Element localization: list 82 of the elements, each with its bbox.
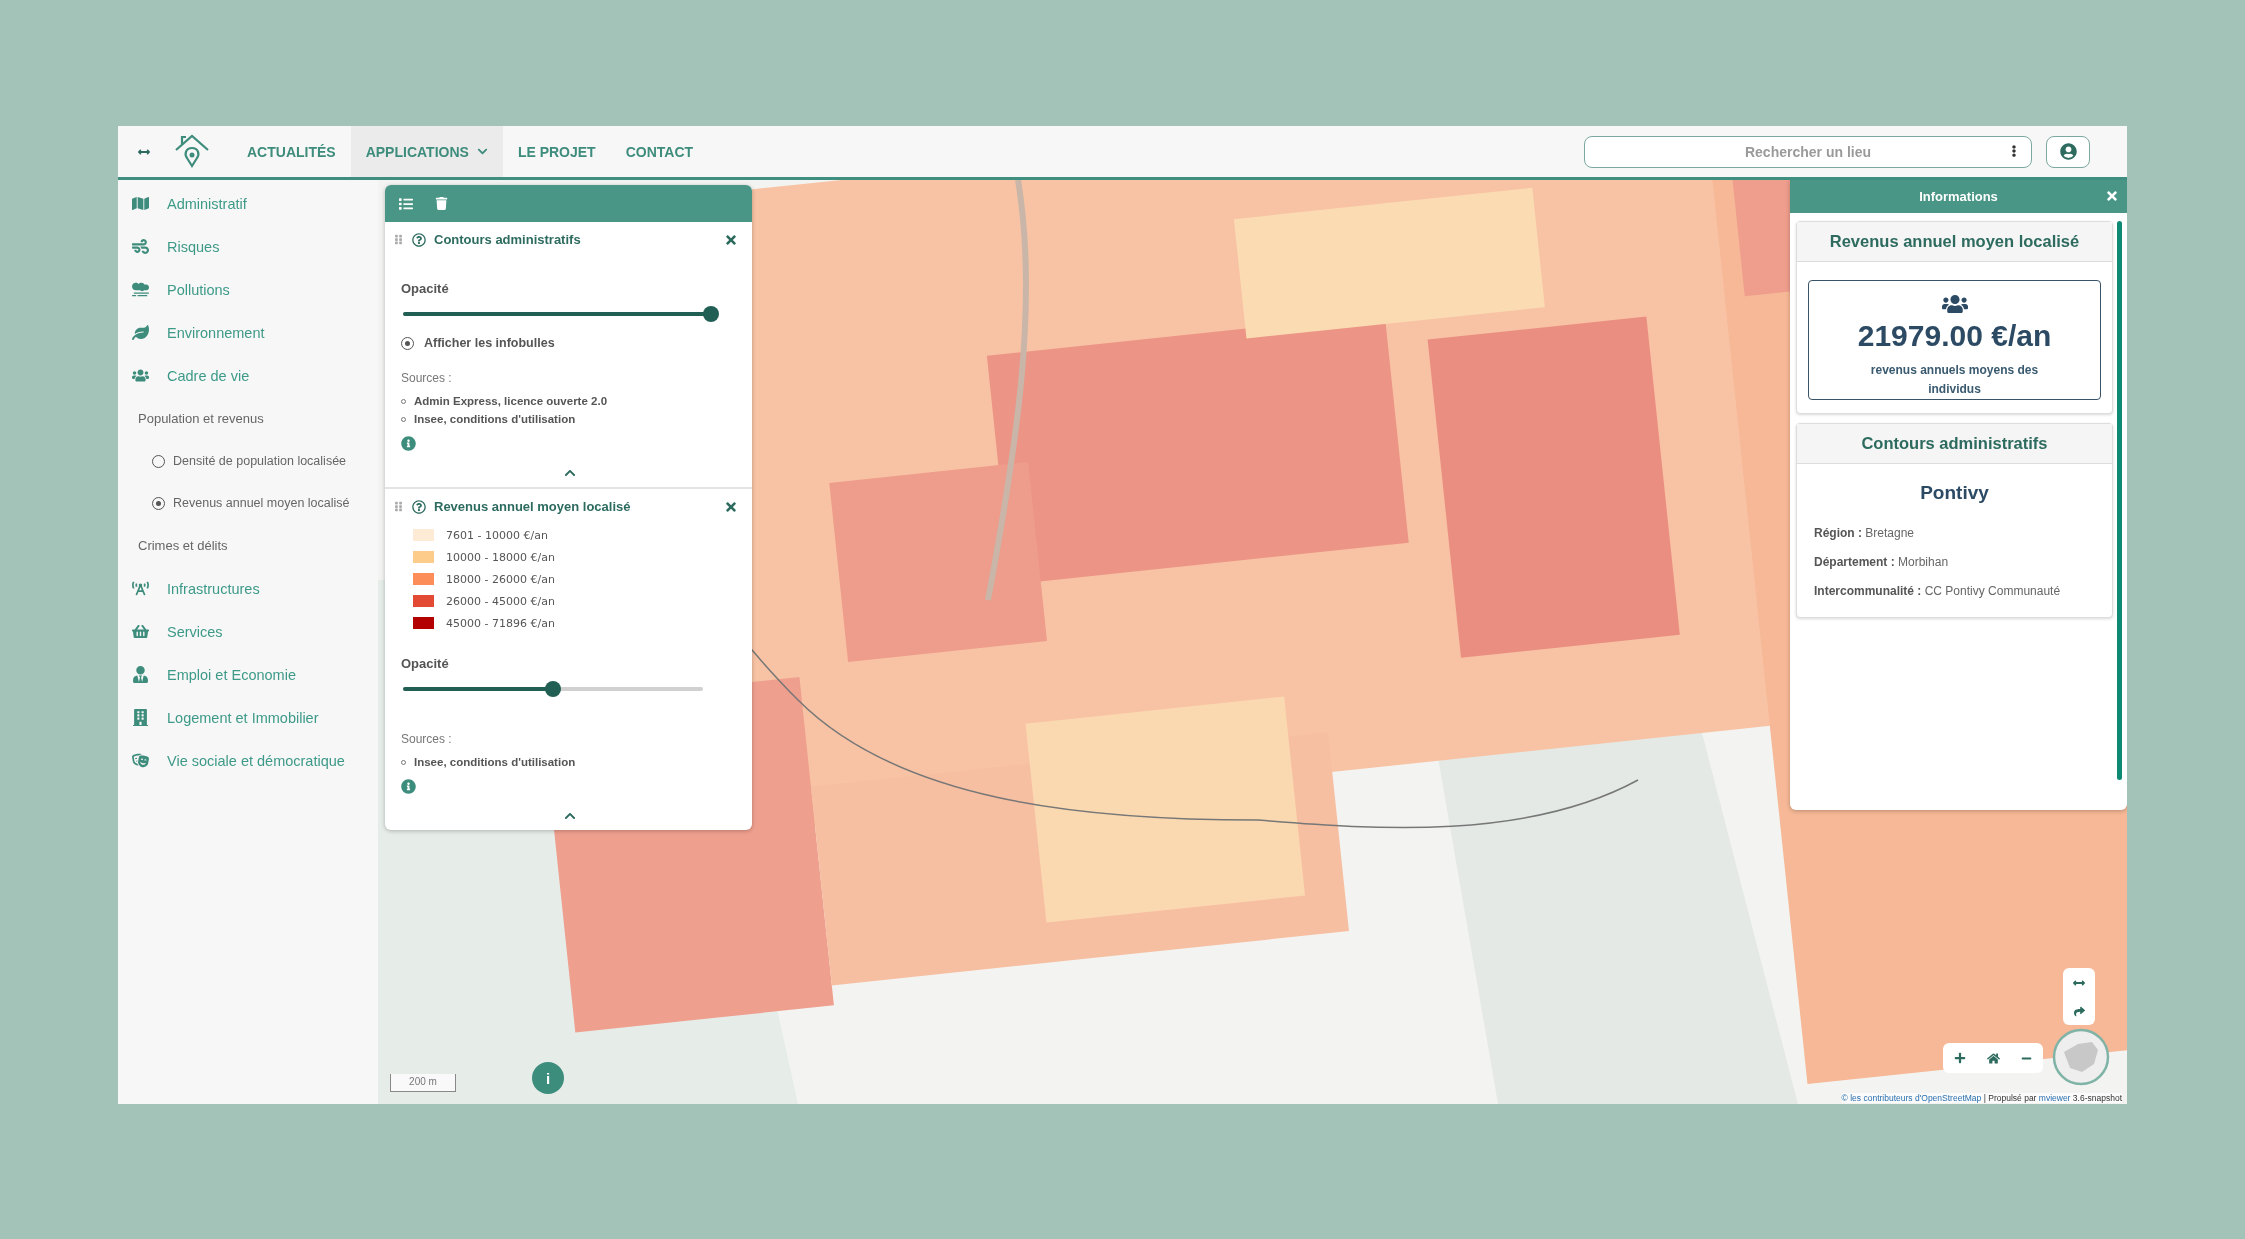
sidebar-item[interactable]: Infrastructures — [118, 567, 378, 610]
help-icon[interactable] — [412, 499, 426, 514]
source-link[interactable]: Insee, conditions d'utilisation — [414, 413, 576, 425]
nav-tab[interactable]: APPLICATIONS — [350, 126, 503, 177]
panel-title: Informations — [1919, 189, 1998, 204]
trash-icon[interactable] — [435, 197, 448, 210]
sidebar-item[interactable]: Cadre de vie — [118, 354, 378, 397]
attribution-text: | Propulsé par — [1983, 1093, 2037, 1103]
search-field[interactable]: Rechercher un lieu — [1584, 135, 2032, 168]
sidebar-group[interactable]: Population et revenus — [118, 397, 378, 440]
opacity-label: Opacité — [401, 656, 449, 671]
layer-item[interactable]: Densité de population localisée — [118, 440, 378, 482]
nav-tab[interactable]: LE PROJET — [502, 126, 611, 177]
sidebar-item[interactable]: Pollutions — [118, 268, 378, 311]
caret-icon — [476, 146, 488, 157]
collapse-button[interactable] — [563, 467, 576, 479]
stat-caption: revenus annuels moyens des individus — [1869, 362, 2040, 398]
scale-bar: 200 m — [390, 1074, 456, 1092]
sidebar-item[interactable]: Logement et Immobilier — [118, 696, 378, 739]
nav-tab[interactable]: CONTACT — [610, 126, 709, 177]
source-link[interactable]: Admin Express, licence ouverte 2.0 — [414, 395, 608, 407]
stat-value: 21979.00 €/an — [1857, 319, 2052, 353]
sidebar-item[interactable]: Vie sociale et démocratique — [118, 739, 378, 782]
info-icon[interactable] — [401, 779, 416, 794]
card-title: Contours administratifs — [1797, 424, 2112, 464]
card-title: Revenus annuel moyen localisé — [1797, 222, 2112, 262]
leaf-icon — [132, 324, 149, 341]
sidebar-item[interactable]: Services — [118, 610, 378, 653]
close-button[interactable] — [724, 499, 738, 514]
scrollbar[interactable] — [2117, 221, 2122, 780]
home-button[interactable] — [1987, 1051, 2000, 1065]
nav-tab[interactable]: ACTUALITÉS — [232, 126, 351, 177]
opacity-label: Opacité — [401, 281, 449, 296]
close-button[interactable] — [724, 232, 738, 247]
sidebar-item[interactable]: Environnement — [118, 311, 378, 354]
legend-label: 26000 - 45000 €/an — [446, 594, 555, 608]
close-button[interactable] — [2105, 189, 2119, 203]
drag-handle-icon[interactable] — [393, 501, 404, 512]
map-icon — [132, 195, 149, 212]
sources-label: Sources : — [401, 732, 452, 746]
layer-title: Revenus annuel moyen localisé — [434, 499, 632, 514]
collapse-button[interactable] — [563, 810, 576, 822]
legend-label: 7601 - 10000 €/an — [446, 528, 548, 542]
slider-handle[interactable] — [703, 306, 719, 322]
layer-label: Densité de population localisée — [173, 454, 347, 468]
layer-label: Revenus annuel moyen localisé — [173, 496, 350, 510]
antenna-icon — [132, 580, 149, 597]
slider-handle[interactable] — [545, 681, 561, 697]
legend-label: 45000 - 71896 €/an — [446, 616, 555, 630]
cloud-icon — [132, 281, 149, 298]
tooltip-option-label: Afficher les infobulles — [424, 336, 555, 350]
sidebar-item[interactable]: Emploi et Economie — [118, 653, 378, 696]
sidebar-item[interactable]: Administratif — [118, 182, 378, 225]
legend-label: 18000 - 26000 €/an — [446, 572, 555, 586]
layer-title: Contours administratifs — [434, 232, 582, 247]
info-icon[interactable] — [401, 436, 416, 451]
info-field: Intercommunalité : CC Pontivy Communauté — [1814, 584, 2061, 598]
info-field: Région : Bretagne — [1814, 526, 1915, 540]
rotate-button[interactable] — [2073, 1005, 2085, 1017]
attribution-link[interactable]: © les contributeurs d'OpenStreetMap — [1841, 1093, 1982, 1103]
info-field: Département : Morbihan — [1814, 555, 1949, 569]
attribution-text: 3.6-snapshot — [2072, 1093, 2122, 1103]
person-icon — [132, 666, 149, 683]
wind-icon — [132, 238, 149, 255]
user-icon — [2059, 143, 2077, 160]
drag-handle-icon[interactable] — [393, 234, 404, 245]
sidebar-item[interactable]: Risques — [118, 225, 378, 268]
sources-label: Sources : — [401, 371, 452, 385]
masks-icon — [132, 752, 149, 769]
building-icon — [132, 709, 149, 726]
layer-item[interactable]: Revenus annuel moyen localisé — [118, 482, 378, 524]
sidebar-group[interactable]: Crimes et délits — [118, 524, 378, 567]
attribution-link[interactable]: mviewer — [2038, 1093, 2071, 1103]
help-icon[interactable] — [412, 232, 426, 247]
zoom-in-button[interactable] — [1953, 1052, 1966, 1064]
users-icon — [132, 367, 149, 384]
legend-label: 10000 - 18000 €/an — [446, 550, 555, 564]
place-name: Pontivy — [1919, 482, 1990, 504]
source-link[interactable]: Insee, conditions d'utilisation — [414, 756, 576, 768]
user-account-button[interactable] — [2046, 135, 2090, 168]
basket-icon — [132, 623, 149, 640]
list-icon[interactable] — [399, 196, 413, 211]
